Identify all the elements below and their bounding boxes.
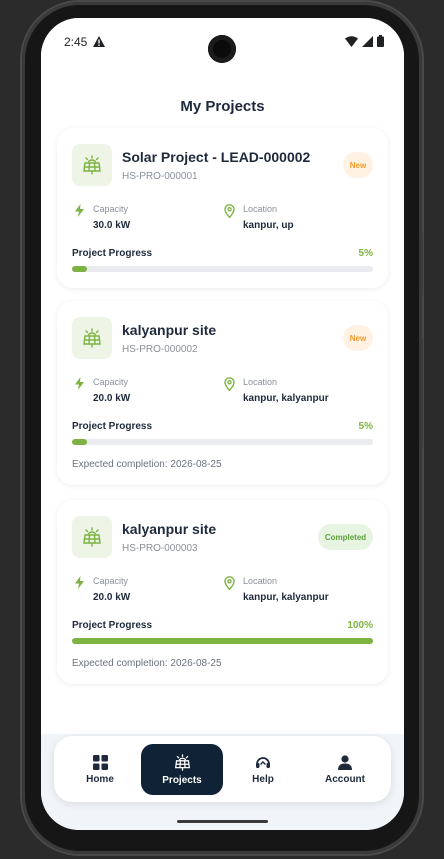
alert-icon [93, 36, 105, 47]
project-name: Solar Project - LEAD-000002 [122, 149, 311, 165]
location-pin-icon [224, 576, 235, 590]
capacity-label: Capacity [93, 377, 129, 387]
battery-icon [377, 35, 384, 47]
status-badge: New [343, 325, 373, 351]
status-bar: 2:45 [41, 18, 404, 66]
nav-label: Home [86, 773, 114, 785]
progress-label: Project Progress [72, 620, 153, 631]
location-value: kanpur, kalyanpur [243, 393, 329, 404]
progress-bar [72, 638, 373, 644]
capacity-label: Capacity [93, 576, 129, 586]
progress-percent: 5% [358, 421, 373, 432]
location-label: Location [243, 576, 278, 586]
location-label: Location [243, 377, 278, 387]
solar-panel-icon [83, 328, 101, 348]
nav-label: Projects [162, 774, 202, 786]
location-pin-icon [224, 204, 235, 218]
main-content: My Projects Solar Project - LEAD-000002 … [41, 66, 404, 734]
status-badge: New [343, 152, 373, 178]
progress-label: Project Progress [72, 248, 153, 259]
status-time: 2:45 [64, 35, 88, 49]
capacity-value: 20.0 kW [93, 393, 131, 404]
project-name: kalyanpur site [122, 521, 217, 537]
lightning-icon [75, 377, 84, 390]
project-code: HS-PRO-000003 [122, 543, 198, 554]
phone-volume-button [419, 232, 423, 296]
location-value: kanpur, up [243, 220, 294, 231]
location-pin-icon [224, 377, 235, 391]
project-icon-box [72, 516, 112, 558]
project-icon-box [72, 144, 112, 186]
expected-completion: Expected completion: 2026-08-25 [72, 459, 222, 470]
status-icons [345, 35, 384, 47]
project-card[interactable]: kalyanpur site HS-PRO-000002 New Capacit… [57, 301, 388, 485]
capacity-label: Capacity [93, 204, 129, 214]
person-icon [338, 754, 352, 770]
progress-fill [72, 439, 88, 445]
front-camera [208, 35, 236, 63]
nav-label: Help [252, 773, 274, 785]
bottom-area: Home Projects Help Account [41, 734, 404, 830]
project-icon-box [72, 317, 112, 359]
project-name: kalyanpur site [122, 322, 217, 338]
expected-completion: Expected completion: 2026-08-25 [72, 658, 222, 669]
capacity-value: 30.0 kW [93, 220, 131, 231]
phone-power-button [419, 338, 423, 448]
progress-bar [72, 266, 373, 272]
location-value: kanpur, kalyanpur [243, 592, 329, 603]
wifi-icon [345, 35, 358, 47]
nav-label: Account [325, 773, 365, 785]
nav-item-projects[interactable]: Projects [141, 744, 223, 795]
project-card[interactable]: kalyanpur site HS-PRO-000003 Completed C… [57, 500, 388, 684]
home-indicator[interactable] [177, 820, 268, 823]
nav-item-account[interactable]: Account [304, 744, 386, 795]
lightning-icon [75, 576, 84, 589]
status-badge: Completed [318, 524, 373, 550]
signal-icon [362, 35, 373, 47]
nav-item-help[interactable]: Help [222, 744, 304, 795]
page-title: My Projects [180, 98, 265, 115]
project-code: HS-PRO-000001 [122, 171, 198, 182]
lightning-icon [75, 204, 84, 217]
progress-fill [72, 266, 88, 272]
progress-fill [72, 638, 373, 644]
project-card[interactable]: Solar Project - LEAD-000002 HS-PRO-00000… [57, 128, 388, 288]
solar-panel-icon [174, 753, 190, 771]
progress-percent: 100% [347, 620, 373, 631]
nav-item-home[interactable]: Home [59, 744, 141, 795]
progress-label: Project Progress [72, 421, 153, 432]
grid-icon [92, 754, 108, 770]
capacity-value: 20.0 kW [93, 592, 131, 603]
phone-screen: 2:45 My Projects Solar Project - LEAD-00… [41, 18, 404, 830]
project-code: HS-PRO-000002 [122, 344, 198, 355]
bottom-nav: Home Projects Help Account [54, 736, 391, 802]
progress-bar [72, 439, 373, 445]
solar-panel-icon [83, 527, 101, 547]
progress-percent: 5% [358, 248, 373, 259]
location-label: Location [243, 204, 278, 214]
solar-panel-icon [83, 155, 101, 175]
headset-icon [256, 756, 270, 768]
